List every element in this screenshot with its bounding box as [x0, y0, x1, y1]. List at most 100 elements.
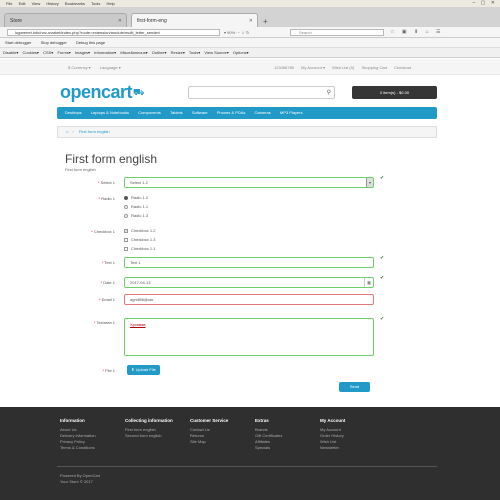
valid-check-icon: ✔	[380, 255, 385, 261]
menu-tools[interactable]: Tools	[91, 1, 100, 6]
currency-dropdown[interactable]: $ Currency ▾	[68, 65, 91, 70]
footer-link[interactable]: Newsletter	[320, 445, 345, 451]
checkbox-label: * Checkbox 1	[91, 229, 115, 234]
textarea-label: * Textarea 1	[93, 320, 115, 325]
debug-page-button[interactable]: Debug this page	[76, 40, 105, 45]
zoom-level[interactable]: 90%	[227, 30, 235, 35]
toolbar-icons[interactable]: ☆ ▣ ⬇ ⌂ ☰	[390, 28, 443, 37]
nav-desktops[interactable]: Desktops	[65, 110, 82, 115]
dev-outline[interactable]: Outline▾	[152, 50, 167, 55]
dev-css[interactable]: CSS▾	[43, 50, 53, 55]
new-tab-icon[interactable]: +	[263, 17, 268, 27]
menu-file[interactable]: File	[6, 1, 12, 6]
checkbox-option[interactable]: Checkbox 1.1	[124, 246, 155, 252]
cart-button-label: 0 item(s) - $0.00	[379, 90, 410, 95]
menu-history[interactable]: History	[46, 1, 58, 6]
dev-options[interactable]: Options▾	[233, 50, 249, 55]
dev-tools[interactable]: Tools▾	[189, 50, 200, 55]
phone-link[interactable]: 123456789	[274, 65, 294, 70]
nav-software[interactable]: Software	[192, 110, 208, 115]
menu-edit[interactable]: Edit	[19, 1, 26, 6]
tab-first-form[interactable]: first-form-eng ✕	[131, 13, 258, 27]
date-input[interactable]: 2017-04-13 ▦	[124, 277, 374, 288]
start-debugger-button[interactable]: Start debugger	[5, 40, 31, 45]
store-search-input[interactable]: ⚲	[188, 86, 335, 99]
breadcrumb-current[interactable]: First form english	[79, 129, 110, 134]
email-input[interactable]: agmll56@ukr	[124, 294, 374, 305]
textarea-input[interactable]: Хрхнвав	[124, 318, 374, 356]
send-button[interactable]: Send	[339, 382, 370, 392]
dev-forms[interactable]: Forms▾	[57, 50, 70, 55]
footer-link[interactable]: Second form english	[125, 433, 173, 439]
nav-phones[interactable]: Phones & PDAs	[217, 110, 246, 115]
select-field[interactable]: Select 1.2 ▾	[124, 177, 374, 188]
text-label: * Text 1	[101, 260, 115, 265]
browser-menubar: File Edit View History Bookmarks Tools H…	[0, 0, 500, 7]
search-placeholder: Search	[299, 30, 312, 35]
dev-view-source[interactable]: View Source▾	[204, 50, 228, 55]
address-bar[interactable]: lugarenet.info/nov-market/index.php?rout…	[7, 29, 220, 36]
nav-mp3[interactable]: MP3 Players	[280, 110, 303, 115]
tab-store[interactable]: Store ✕	[4, 13, 127, 27]
radio-option[interactable]: Radio 1.3	[124, 213, 148, 219]
nav-cameras[interactable]: Cameras	[255, 110, 271, 115]
menu-help[interactable]: Help	[106, 1, 114, 6]
store-top-bar: $ Currency ▾ Language ▾ 123456789 My Acc…	[0, 59, 500, 75]
dev-cookies[interactable]: Cookies▾	[22, 50, 38, 55]
file-label: * File 1	[102, 368, 115, 373]
radio-option[interactable]: Radio 1.2	[124, 195, 148, 201]
dev-resize[interactable]: Resize▾	[171, 50, 185, 55]
breadcrumb: ⌂ › First form english	[57, 126, 437, 138]
text-input[interactable]: Text 1	[124, 257, 374, 268]
page-subtitle: First form english	[65, 167, 96, 172]
debug-toolbar: Start debugger Stop debugger Debug this …	[0, 38, 500, 48]
valid-check-icon: ✔	[380, 175, 385, 181]
menu-view[interactable]: View	[32, 1, 41, 6]
store-logo[interactable]: opencart	[60, 82, 133, 103]
web-developer-toolbar: Disable▾ Cookies▾ CSS▾ Forms▾ Images▾ In…	[0, 48, 500, 58]
dev-images[interactable]: Images▾	[75, 50, 90, 55]
shopping-cart-link[interactable]: Shopping Cart	[361, 65, 387, 70]
close-icon[interactable]: ✕	[249, 14, 253, 28]
checkbox-option[interactable]: ✓ Checkbox 1.2	[124, 228, 155, 234]
url-text: lugarenet.info/nov-market/index.php?rout…	[15, 30, 161, 35]
footer-credits: Powered By OpenCart Your Store © 2017	[60, 473, 100, 485]
url-actions: ▾ 90% ⋯ ☆ ↻	[224, 30, 250, 35]
email-label: * Email 1	[98, 297, 115, 302]
checkbox-option[interactable]: Checkbox 1.3	[124, 237, 155, 243]
nav-laptops[interactable]: Laptops & Notebooks	[91, 110, 129, 115]
language-dropdown[interactable]: Language ▾	[100, 65, 121, 70]
search-input[interactable]: Search	[290, 29, 384, 36]
search-icon[interactable]: ⚲	[327, 89, 331, 96]
dev-disable[interactable]: Disable▾	[3, 50, 18, 55]
footer-column-collecting: Collecting information First form englis…	[125, 418, 173, 439]
chevron-down-icon[interactable]: ▾	[366, 178, 373, 187]
nav-tablets[interactable]: Tablets	[170, 110, 183, 115]
valid-check-icon: ✔	[380, 316, 385, 322]
valid-check-icon: ✔	[380, 275, 385, 281]
tab-label: Store	[10, 18, 22, 24]
stop-debugger-button[interactable]: Stop debugger	[41, 40, 67, 45]
upload-file-button[interactable]: ⬆ Upload File	[127, 365, 160, 375]
footer-link[interactable]: Terms & Conditions	[60, 445, 96, 451]
footer: Information About Us Delivery Informatio…	[0, 407, 500, 500]
close-icon[interactable]: ✕	[118, 14, 122, 28]
home-icon[interactable]: ⌂	[66, 129, 68, 134]
radio-option[interactable]: Radio 1.1	[124, 204, 148, 210]
nav-components[interactable]: Components	[138, 110, 161, 115]
checkout-link[interactable]: Checkout	[394, 65, 411, 70]
wishlist-link[interactable]: Wish List (0)	[332, 65, 354, 70]
menu-bookmarks[interactable]: Bookmarks	[65, 1, 85, 6]
calendar-icon[interactable]: ▦	[364, 278, 373, 287]
account-dropdown[interactable]: My Account ▾	[301, 65, 325, 70]
dev-misc[interactable]: Miscellaneous▾	[120, 50, 147, 55]
window-controls[interactable]: – ▢ ✕	[473, 0, 497, 7]
cart-button[interactable]: 0 item(s) - $0.00	[352, 86, 437, 99]
date-label: * Date 1	[100, 280, 115, 285]
footer-link[interactable]: Specials	[255, 445, 282, 451]
page-content: $ Currency ▾ Language ▾ 123456789 My Acc…	[0, 59, 500, 500]
dev-information[interactable]: Information▾	[94, 50, 116, 55]
cart-logo-icon: ⛟	[133, 87, 145, 97]
footer-link[interactable]: Site Map	[190, 439, 228, 445]
tab-label: first-form-eng	[137, 18, 167, 24]
